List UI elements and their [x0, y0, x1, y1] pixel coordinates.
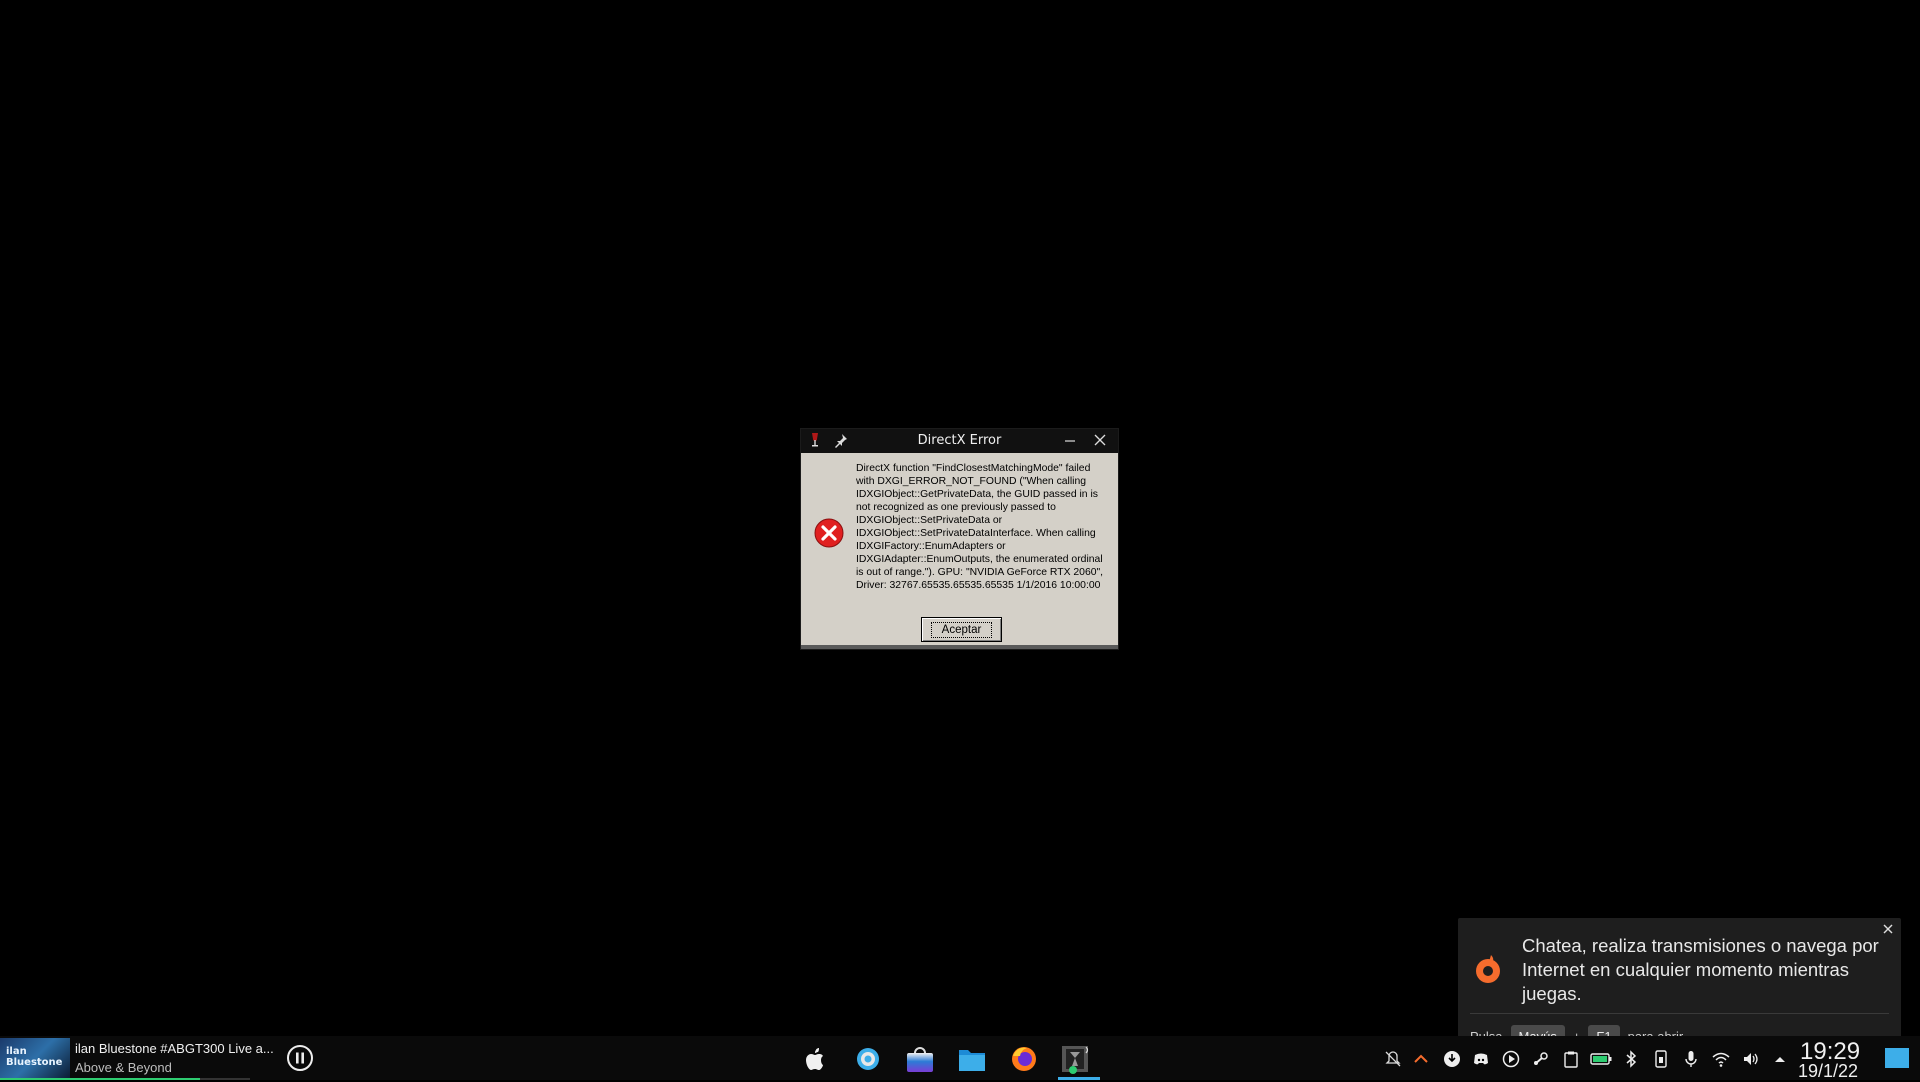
- error-message: DirectX function "FindClosestMatchingMod…: [856, 463, 1104, 591]
- dialog-titlebar[interactable]: DirectX Error: [801, 429, 1118, 453]
- directx-error-dialog: DirectX Error DirectX function "FindClos…: [800, 428, 1119, 650]
- store-icon[interactable]: [904, 1044, 936, 1074]
- apple-icon[interactable]: [800, 1044, 832, 1074]
- show-desktop-icon[interactable]: [1884, 1046, 1910, 1070]
- origin-tray-icon[interactable]: [1412, 1050, 1430, 1068]
- chevron-up-icon[interactable]: [1771, 1050, 1789, 1068]
- close-icon[interactable]: [1092, 432, 1108, 448]
- ok-button[interactable]: Aceptar: [921, 617, 1002, 642]
- ok-button-label: Aceptar: [930, 621, 993, 638]
- clipboard-icon[interactable]: [1562, 1050, 1580, 1068]
- media-title[interactable]: ilan Bluestone #ABGT300 Live a...: [75, 1041, 274, 1056]
- notifications-off-icon[interactable]: [1384, 1050, 1402, 1068]
- media-artist: Above & Beyond: [75, 1060, 172, 1075]
- volume-icon[interactable]: [1742, 1050, 1760, 1068]
- notification-divider: [1470, 1013, 1889, 1014]
- battery-icon[interactable]: [1590, 1050, 1612, 1068]
- notification-text: Chatea, realiza transmisiones o navega p…: [1522, 935, 1879, 1004]
- steam-icon[interactable]: [1532, 1050, 1550, 1068]
- discord-icon[interactable]: [1472, 1050, 1490, 1068]
- wifi-icon[interactable]: [1712, 1050, 1730, 1068]
- media-album-art[interactable]: ilan Bluestone: [0, 1038, 70, 1078]
- download-icon[interactable]: [1443, 1050, 1461, 1068]
- close-icon[interactable]: [1881, 922, 1895, 936]
- bluetooth-icon[interactable]: [1622, 1050, 1640, 1068]
- settings-icon[interactable]: [852, 1044, 884, 1074]
- files-icon[interactable]: [956, 1044, 988, 1074]
- taskbar: ilan Bluestone ilan Bluestone #ABGT300 L…: [0, 1036, 1920, 1082]
- origin-logo-icon: [1476, 955, 1500, 983]
- media-player-icon[interactable]: [1502, 1050, 1520, 1068]
- clock-date[interactable]: 19/1/22: [1798, 1061, 1858, 1082]
- dialog-body: DirectX function "FindClosestMatchingMod…: [801, 453, 1118, 648]
- error-icon: [814, 518, 844, 548]
- device-icon[interactable]: [1652, 1050, 1670, 1068]
- pause-icon[interactable]: [286, 1044, 314, 1072]
- origin-notification[interactable]: Chatea, realiza transmisiones o navega p…: [1458, 918, 1901, 1043]
- firefox-icon[interactable]: [1008, 1044, 1040, 1074]
- game-icon[interactable]: [1060, 1044, 1092, 1074]
- dialog-bottom-edge: [801, 645, 1118, 649]
- minimize-icon[interactable]: [1062, 433, 1078, 449]
- album-art-text: ilan Bluestone: [6, 1046, 63, 1068]
- microphone-icon[interactable]: [1682, 1050, 1700, 1068]
